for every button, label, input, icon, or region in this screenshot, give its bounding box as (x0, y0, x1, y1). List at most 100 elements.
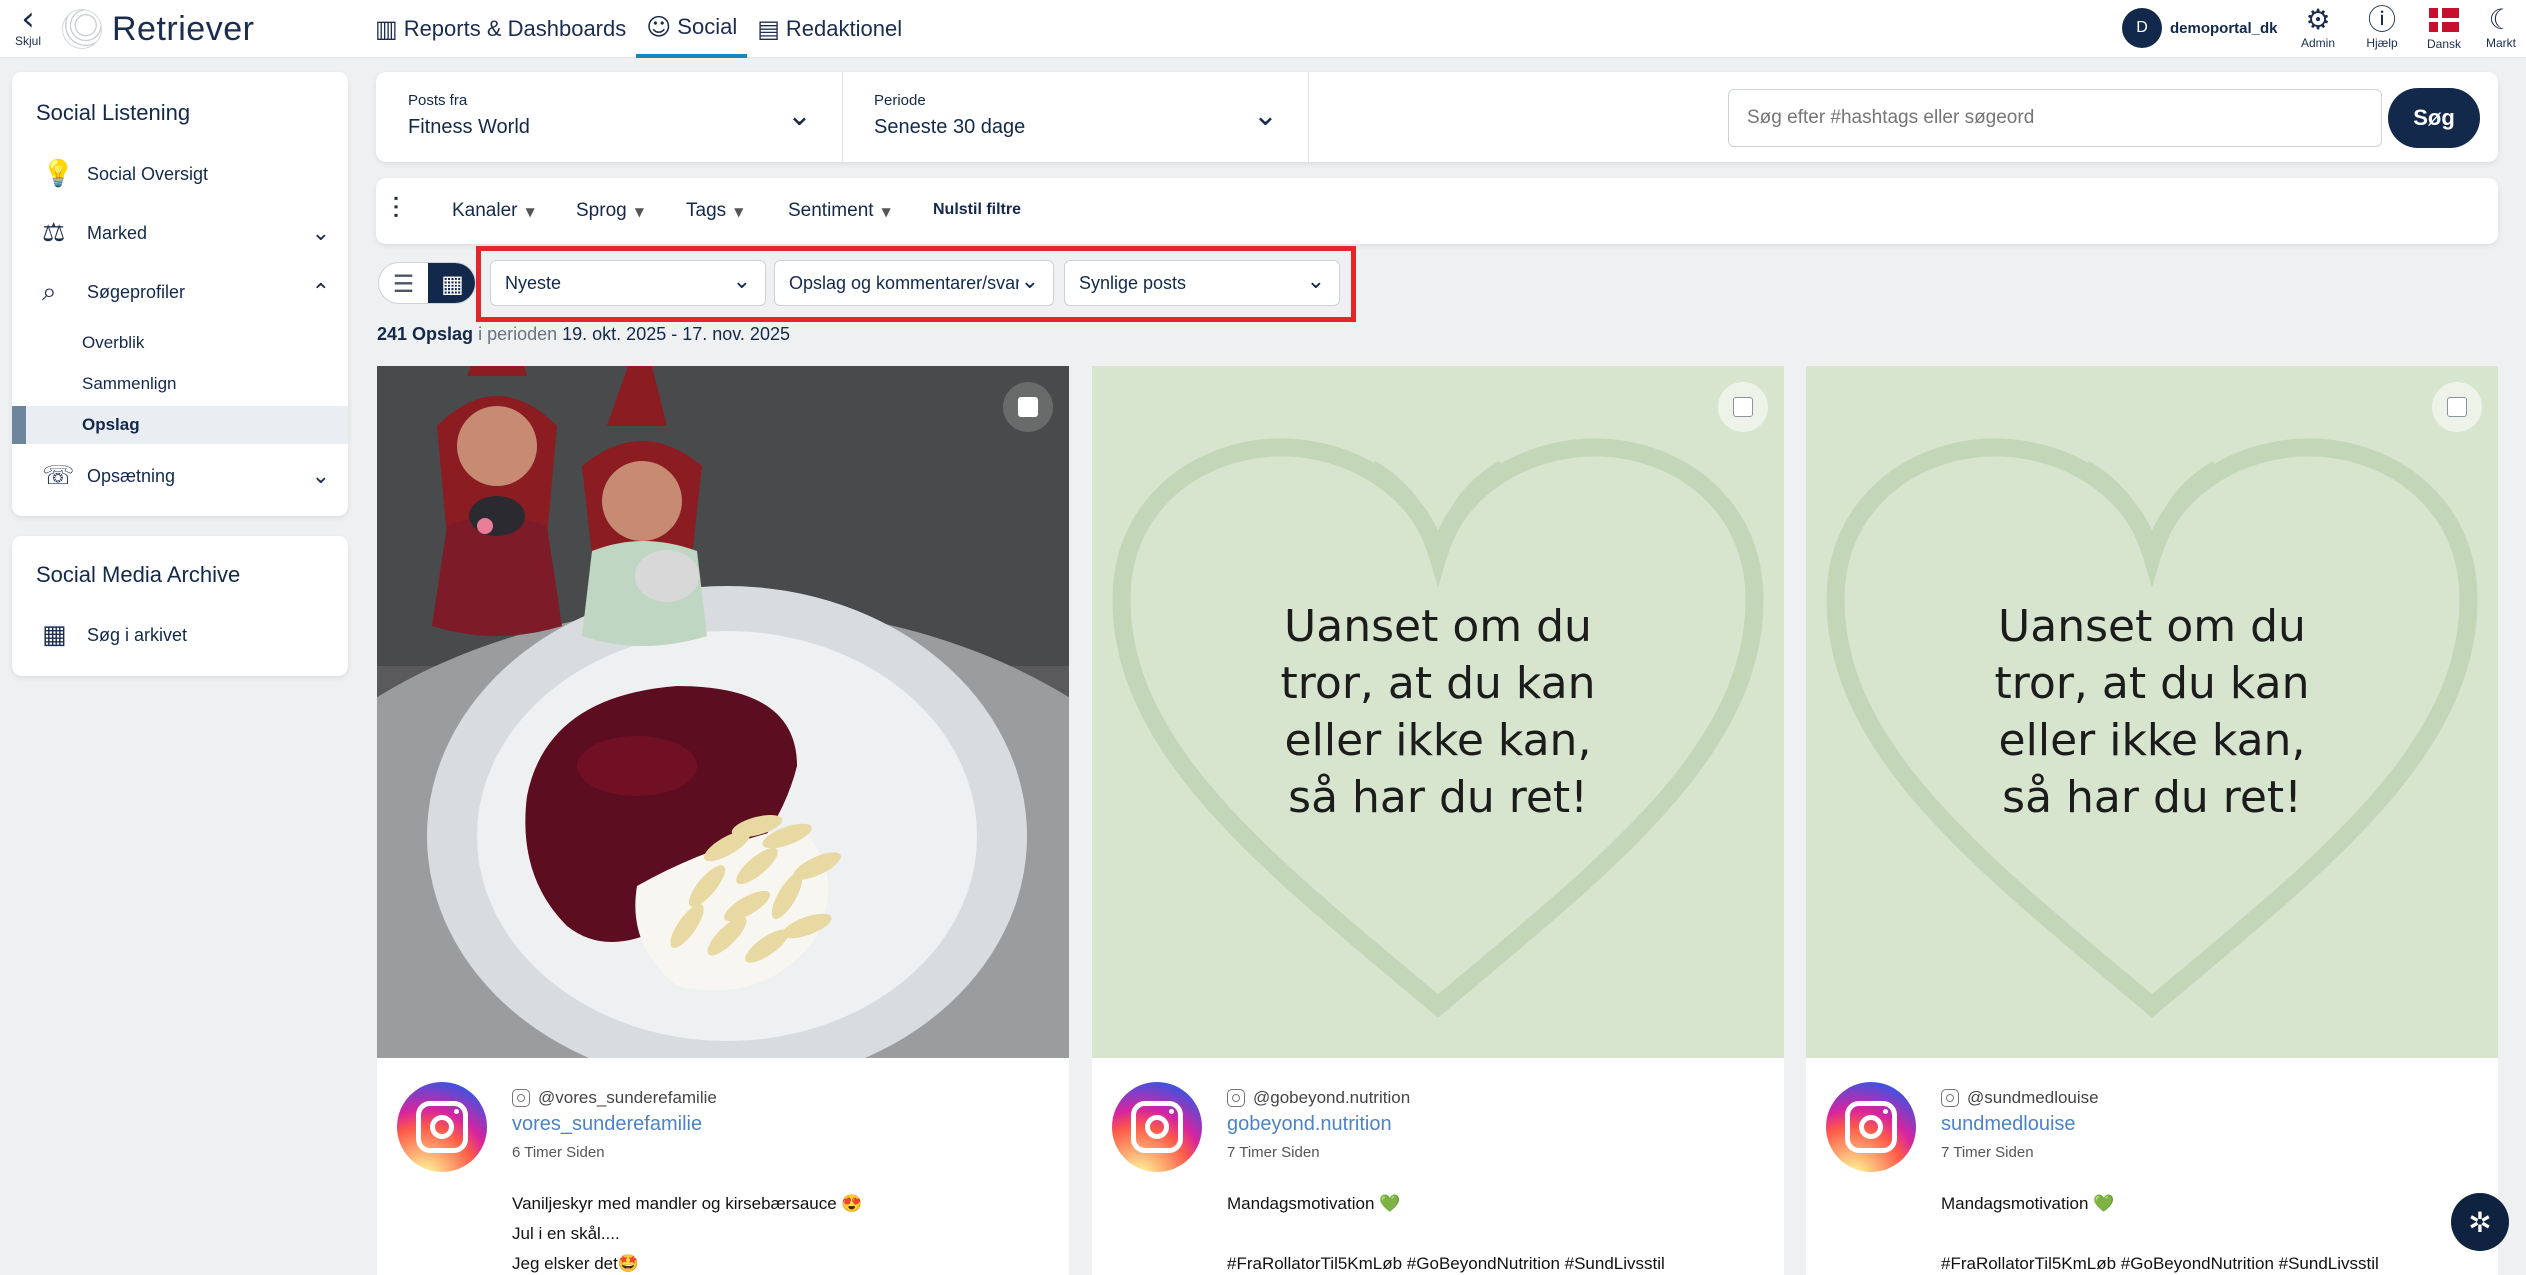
sidebar-item-soegeprofiler[interactable]: ⌕ Søgeprofiler ⌃ (12, 272, 348, 312)
chevron-down-icon: ⌄ (1306, 269, 1325, 294)
filter-bar: Posts fra Fitness World ⌄ Periode Senest… (376, 72, 2498, 162)
visibility-dropdown[interactable]: Synlige posts ⌄ (1064, 260, 1340, 306)
retriever-logo[interactable]: Retriever (62, 8, 254, 50)
info-icon: ⓘ (2367, 3, 2396, 36)
admin-button[interactable]: ⚙ Admin (2290, 4, 2346, 51)
logo-mark-icon (62, 9, 102, 49)
help-label: Hjælp (2366, 36, 2398, 50)
post-handle: @gobeyond.nutrition (1227, 1088, 1410, 1108)
sidebar-title: Social Listening (36, 100, 191, 125)
post-type-dropdown[interactable]: Opslag og kommentarer/svar ⌄ (774, 260, 1054, 306)
sort-value: Nyeste (505, 272, 562, 293)
grid-view-icon[interactable]: ▦ (428, 263, 475, 303)
filter-label: Tags (686, 200, 727, 221)
caret-down-icon: ▼ (634, 205, 644, 219)
post-author-link[interactable]: vores_sunderefamilie (512, 1113, 702, 1136)
caret-down-icon: ▼ (734, 205, 744, 219)
filter-tags[interactable]: Tags ▼ (686, 200, 743, 222)
post-handle: @sundmedlouise (1941, 1088, 2099, 1108)
nav-reports-dashboards[interactable]: ▥ Reports & Dashboards (365, 0, 636, 58)
post-card[interactable]: Uanset om du tror, at du kan eller ikke … (1092, 366, 1784, 1275)
help-button[interactable]: ⓘ Hjælp (2354, 3, 2410, 51)
sidebar-item-label: Søg i arkivet (87, 624, 188, 645)
accessibility-icon[interactable]: ✲ (2451, 1193, 2509, 1251)
sidebar-item-label: Marked (87, 222, 148, 243)
archive-title: Social Media Archive (36, 562, 241, 587)
theme-button[interactable]: ☾ Markt (2476, 3, 2526, 51)
filter-label: Sprog (576, 200, 627, 221)
user-name: demoportal_dk (2170, 19, 2278, 37)
chevron-down-icon: ⌄ (732, 269, 751, 294)
sort-dropdown[interactable]: Nyeste ⌄ (490, 260, 766, 306)
search-profile-icon: ⌕ (42, 276, 57, 307)
post-image[interactable]: Uanset om du tror, at du kan eller ikke … (1092, 366, 1784, 1058)
filter-sentiment[interactable]: Sentiment ▼ (788, 200, 891, 222)
hide-label: Skjul (14, 34, 41, 48)
nav-label: Redaktionel (785, 16, 903, 41)
moon-icon: ☾ (2488, 3, 2514, 36)
sidebar-subitem-overblik[interactable]: Overblik (12, 324, 348, 362)
chevron-down-icon: ⌄ (1252, 98, 1278, 133)
caret-down-icon: ▼ (881, 205, 891, 219)
post-card[interactable]: @vores_sunderefamilie vores_sunderefamil… (377, 366, 1069, 1275)
post-text: Mandagsmotivation 💚 #FraRollatorTil5KmLø… (1941, 1194, 2379, 1273)
select-post-checkbox[interactable] (1718, 382, 1768, 432)
reset-filters-button[interactable]: Nulstil filtre (933, 201, 1021, 219)
sidebar-item-soeg-i-arkivet[interactable]: ▦ Søg i arkivet (12, 615, 348, 655)
checkbox-icon (1018, 397, 1038, 417)
caret-down-icon: ▼ (525, 205, 535, 219)
checkbox-icon (2447, 397, 2467, 417)
language-button[interactable]: Dansk (2416, 4, 2472, 51)
sliders-icon[interactable]: ⫶ (392, 192, 400, 227)
filter-label: Kanaler (452, 200, 518, 221)
sidebar-subitem-opslag[interactable]: Opslag (12, 406, 348, 444)
post-image[interactable] (377, 366, 1069, 1058)
theme-label: Markt (2486, 36, 2516, 50)
quote-text: Uanset om du tror, at du kan eller ikke … (1994, 601, 2310, 823)
post-author-link[interactable]: sundmedlouise (1941, 1113, 2076, 1136)
filter-sprog[interactable]: Sprog ▼ (576, 200, 644, 222)
post-card[interactable]: Uanset om du tror, at du kan eller ikke … (1806, 366, 2498, 1275)
sidebar-item-opsaetning[interactable]: ☏ Opsætning ⌄ (12, 456, 348, 496)
result-count: 241 Opslag i perioden 19. okt. 2025 - 17… (377, 324, 790, 345)
logo-text: Retriever (112, 9, 255, 48)
archive-search-icon: ▦ (42, 620, 67, 650)
sidebar-item-marked[interactable]: ⚖ Marked ⌄ (12, 213, 348, 253)
sidebar-social-media-archive: Social Media Archive ▦ Søg i arkivet (12, 536, 348, 676)
chevron-left-icon: ‹ (21, 0, 35, 39)
nav-social[interactable]: ☺ Social (636, 0, 748, 58)
avatar: D (2122, 8, 2162, 48)
user-menu[interactable]: D demoportal_dk (2122, 8, 2278, 48)
sidebar-item-social-oversigt[interactable]: 💡 Social Oversigt (12, 154, 348, 194)
select-post-checkbox[interactable] (2432, 382, 2482, 432)
sidebar-subitem-sammenlign[interactable]: Sammenlign (12, 365, 348, 403)
filter-kanaler[interactable]: Kanaler ▼ (452, 200, 535, 222)
danish-flag-icon (2416, 4, 2472, 37)
filter-label: Sentiment (788, 200, 874, 221)
list-view-icon[interactable]: ☰ (379, 263, 428, 303)
posts-from-select[interactable]: Posts fra Fitness World ⌄ (376, 72, 842, 162)
hide-sidebar-button[interactable]: ‹ Skjul (8, 0, 48, 54)
chevron-down-icon: ⌄ (311, 463, 330, 489)
nav-redaktionel[interactable]: ▤ Redaktionel (747, 0, 912, 58)
visibility-value: Synlige posts (1079, 272, 1187, 293)
post-image[interactable]: Uanset om du tror, at du kan eller ikke … (1806, 366, 2498, 1058)
post-author-link[interactable]: gobeyond.nutrition (1227, 1113, 1392, 1136)
main-nav: ▥ Reports & Dashboards ☺ Social ▤ Redakt… (365, 0, 912, 58)
search-button[interactable]: Søg (2388, 88, 2480, 148)
quote-area: Uanset om du tror, at du kan eller ikke … (1092, 366, 1784, 1058)
nav-label: Social (677, 14, 738, 39)
period-label: Periode (874, 92, 926, 109)
select-post-checkbox[interactable] (1003, 382, 1053, 432)
search-input[interactable] (1728, 89, 2382, 147)
nav-label: Reports & Dashboards (403, 16, 627, 41)
instagram-small-icon (1941, 1089, 1959, 1107)
filter-chips-bar: ⫶ Kanaler ▼ Sprog ▼ Tags ▼ Sentiment ▼ Nulst… (376, 178, 2498, 244)
chat-settings-icon: ☏ (42, 461, 75, 491)
period-select[interactable]: Periode Seneste 30 dage ⌄ (842, 72, 1308, 162)
handle-text: @vores_sunderefamilie (538, 1088, 717, 1107)
chevron-down-icon: ⌄ (786, 98, 812, 133)
post-text: Mandagsmotivation 💚 #FraRollatorTil5KmLø… (1227, 1194, 1665, 1273)
newspaper-icon: ▤ (757, 15, 780, 43)
post-text: Vaniljeskyr med mandler og kirsebærsauce… (512, 1194, 863, 1273)
